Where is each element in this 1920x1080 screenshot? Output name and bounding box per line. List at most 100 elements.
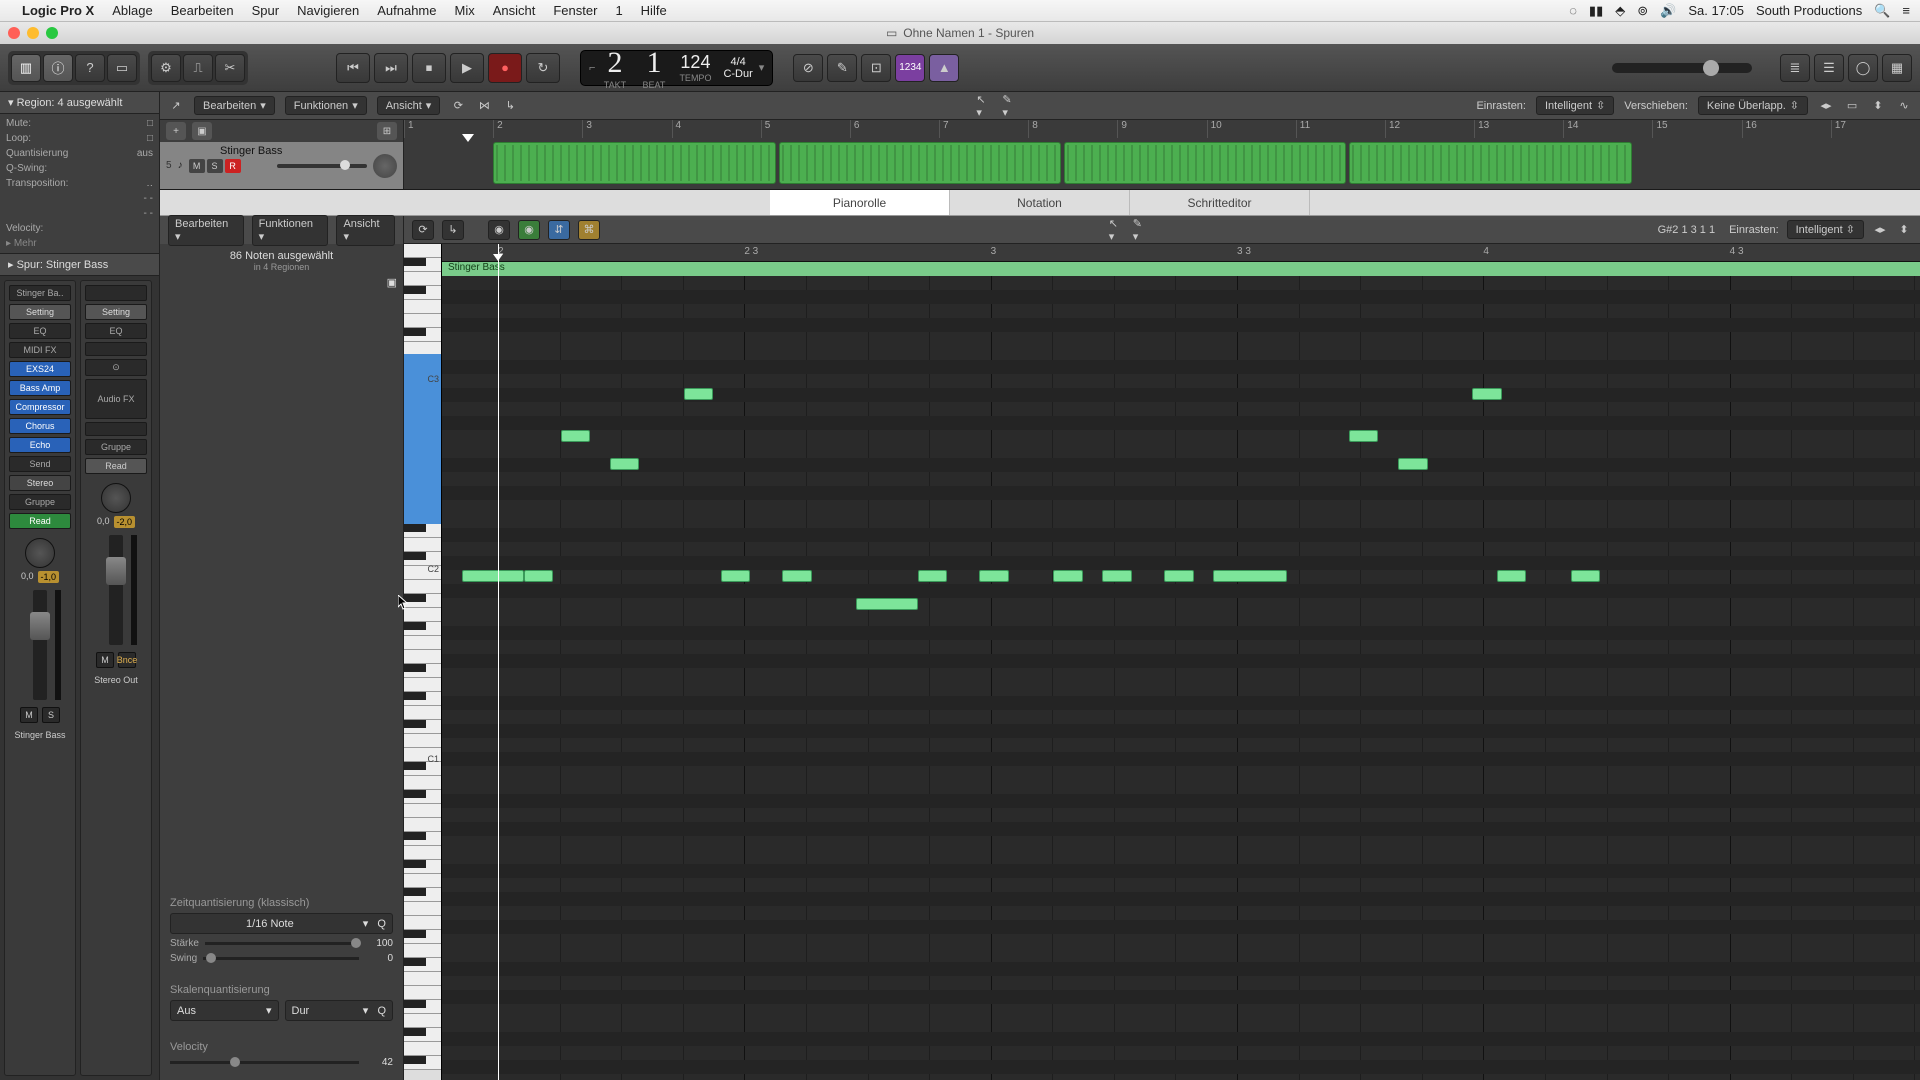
ruler-bar[interactable]: 6 [850, 120, 860, 138]
menu-record[interactable]: Aufnahme [377, 3, 436, 18]
pr-pencil-tool[interactable]: ✎ ▾ [1133, 222, 1149, 238]
inspector-toggle[interactable]: ⓘ [43, 54, 73, 82]
pr-zoom-h[interactable]: ◂▸ [1872, 222, 1888, 238]
global-tracks-button[interactable]: ⊞ [377, 122, 397, 140]
low-latency-button[interactable]: ✎ [827, 54, 857, 82]
pr-catch-icon[interactable]: ⟳ [412, 220, 434, 240]
status-dropbox-icon[interactable]: ⬘ [1615, 3, 1625, 19]
snap-select[interactable]: Intelligent ⇳ [1536, 96, 1614, 115]
drag-select[interactable]: Keine Überlapp. ⇳ [1698, 96, 1808, 115]
catch-icon[interactable]: ↳ [502, 98, 518, 114]
scale-quantize-scale[interactable]: Dur▾ Q [285, 1000, 394, 1021]
link-icon[interactable]: ⌘ [578, 220, 600, 240]
pr-snap-select[interactable]: Intelligent ⇳ [1787, 220, 1864, 239]
editors-toggle[interactable]: ✂ [215, 54, 245, 82]
strip-name[interactable]: Stinger Ba.. [9, 285, 71, 301]
lcd-beats[interactable]: 1 [640, 46, 667, 80]
midi-note[interactable] [1571, 570, 1601, 582]
strip2-audiofx[interactable]: Audio FX [85, 379, 147, 419]
midi-note[interactable] [1398, 458, 1428, 470]
pencil-tool-icon[interactable]: ✎ ▾ [1002, 98, 1018, 114]
menu-file[interactable]: Ablage [112, 3, 152, 18]
ruler-bar[interactable]: 12 [1385, 120, 1400, 138]
arrange-ruler[interactable]: 1234567891011121314151617 [404, 120, 1920, 189]
pr-zoom-v[interactable]: ⬍ [1896, 222, 1912, 238]
midi-region[interactable] [1349, 142, 1631, 184]
midi-note[interactable] [721, 570, 751, 582]
strip-pan-knob[interactable] [25, 538, 55, 568]
strip2-automation[interactable]: Read [85, 458, 147, 474]
midi-out-icon[interactable]: ◉ [518, 220, 540, 240]
midi-note[interactable] [524, 570, 554, 582]
stop-button[interactable]: ⏹ [412, 53, 446, 83]
region-transpose-value[interactable]: ‥ [146, 178, 153, 189]
strip-instrument[interactable]: EXS24 [9, 361, 71, 377]
lcd-timesig[interactable]: 4/4 [730, 56, 745, 68]
menubar-user[interactable]: South Productions [1756, 3, 1862, 18]
master-volume-slider[interactable] [1612, 63, 1752, 73]
notepad-button[interactable]: ☰ [1814, 54, 1844, 82]
ruler-bar[interactable]: 8 [1028, 120, 1038, 138]
forward-button[interactable]: ⏭ [374, 53, 408, 83]
midi-note[interactable] [1164, 570, 1194, 582]
pr-pointer-tool[interactable]: ↖ ▾ [1109, 222, 1125, 238]
pr-ruler-bar[interactable]: 3 3 [1237, 246, 1251, 257]
pr-ruler-bar[interactable]: 4 [1483, 246, 1489, 257]
midi-note[interactable] [684, 388, 714, 400]
play-button[interactable]: ▶ [450, 53, 484, 83]
midi-note[interactable] [979, 570, 1009, 582]
local-inspector-toggle[interactable]: ▣ [387, 277, 397, 289]
midi-note[interactable] [1102, 570, 1132, 582]
velocity-slider[interactable] [170, 1061, 359, 1064]
traffic-lights[interactable] [8, 27, 58, 39]
tab-pianoroll[interactable]: Pianorolle [770, 190, 950, 215]
media-browser-button[interactable]: ▦ [1882, 54, 1912, 82]
pr-ruler-bar[interactable]: 3 [991, 246, 997, 257]
midi-in-icon[interactable]: ◉ [488, 220, 510, 240]
ruler-bar[interactable]: 7 [939, 120, 949, 138]
track-name[interactable]: Stinger Bass [220, 145, 282, 157]
piano-roll-grid[interactable]: 22 333 344 3 Stinger Bass [442, 244, 1920, 1080]
strip2-group[interactable]: Gruppe [85, 439, 147, 455]
duplicate-track-button[interactable]: ▣ [192, 122, 212, 140]
record-button[interactable]: ● [488, 53, 522, 83]
strip2-link[interactable]: ⊙ [85, 359, 147, 376]
region-loop-checkbox[interactable]: □ [147, 133, 153, 144]
status-cloud-icon[interactable]: ◌ [1569, 3, 1577, 18]
track-mute[interactable]: M [189, 159, 205, 173]
ruler-bar[interactable]: 2 [493, 120, 503, 138]
midi-note[interactable] [1053, 570, 1083, 582]
zoom-fit-icon[interactable]: ▭ [1844, 98, 1860, 114]
tab-stepeditor[interactable]: Schritteditor [1130, 190, 1310, 215]
library-toggle[interactable]: ▥ [11, 54, 41, 82]
midi-note[interactable] [1472, 388, 1502, 400]
midi-note[interactable] [610, 458, 640, 470]
region-quantize-value[interactable]: aus [137, 148, 153, 159]
quick-help-toggle[interactable]: ? [75, 54, 105, 82]
piano-roll-ruler[interactable]: 22 333 344 3 [442, 244, 1920, 262]
menu-track[interactable]: Spur [252, 3, 279, 18]
automation-icon[interactable]: ⟳ [450, 98, 466, 114]
menu-help[interactable]: Hilfe [641, 3, 667, 18]
pr-link-icon[interactable]: ↳ [442, 220, 464, 240]
track-header[interactable]: 5 ♪ Stinger Bass MSR [160, 142, 403, 189]
track-pan-knob[interactable] [373, 154, 397, 178]
midi-note[interactable] [1497, 570, 1527, 582]
strip-automation[interactable]: Read [9, 513, 71, 529]
smart-controls-toggle[interactable]: ⚙ [151, 54, 181, 82]
arrange-view-menu[interactable]: Ansicht ▾ [377, 96, 441, 115]
strip-insert-3[interactable]: Chorus [9, 418, 71, 434]
toolbar-toggle[interactable]: ▭ [107, 54, 137, 82]
minimize-button[interactable] [27, 27, 39, 39]
midi-note[interactable] [1349, 430, 1379, 442]
arrange-playhead[interactable] [462, 134, 474, 142]
scale-quantize-enable[interactable]: Aus▾ [170, 1000, 279, 1021]
strip-output[interactable]: Stereo [9, 475, 71, 491]
spotlight-icon[interactable]: 🔍 [1874, 3, 1890, 19]
reveal-icon[interactable]: ↗ [168, 98, 184, 114]
pr-view-menu[interactable]: Ansicht ▾ [336, 215, 395, 246]
strip-eq[interactable]: EQ [9, 323, 71, 339]
strip-midifx[interactable]: MIDI FX [9, 342, 71, 358]
ruler-bar[interactable]: 11 [1296, 120, 1310, 138]
status-battery-icon[interactable]: ▮▮ [1589, 3, 1603, 19]
